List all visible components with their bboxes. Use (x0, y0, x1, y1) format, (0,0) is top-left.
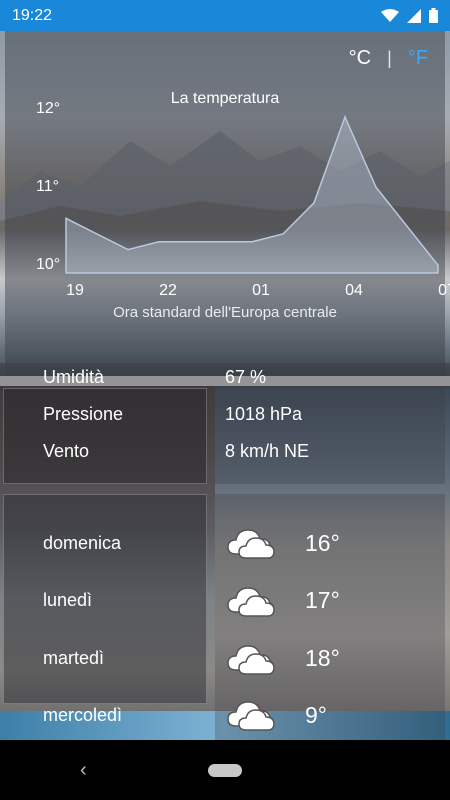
cloud-icon (227, 701, 275, 731)
details-values-panel (215, 388, 445, 484)
weather-content[interactable]: °C | °F La temperatura 12° 11° 10° 19 22 01 0… (0, 31, 450, 740)
forecast-temp: 9° (305, 702, 327, 728)
status-bar: 19:22 (0, 0, 450, 31)
x-tick-label: 22 (159, 282, 177, 299)
back-button[interactable]: ‹ (80, 759, 87, 782)
forecast-days-panel (3, 494, 207, 704)
humidity-label: Umidità (43, 367, 105, 387)
x-tick-label: 07 (438, 282, 450, 299)
temperature-series-area (65, 114, 439, 274)
y-tick-label: 12° (36, 101, 60, 117)
temperature-point (96, 233, 98, 235)
unit-separator: | (387, 48, 392, 68)
temperature-point (189, 241, 191, 243)
wind-label: Vento (43, 441, 90, 461)
forecast-temp: 18° (305, 645, 340, 671)
temperature-point (65, 217, 67, 220)
fahrenheit-toggle[interactable]: °F (408, 47, 428, 70)
forecast-day: martedì (43, 648, 105, 668)
y-tick-label: 11° (36, 178, 59, 195)
signal-icon (407, 8, 421, 23)
forecast-day: mercoledì (43, 705, 123, 725)
wifi-icon (381, 8, 399, 22)
wind-value: 8 km/h NE (225, 441, 310, 461)
celsius-toggle[interactable]: °C (349, 47, 371, 70)
temperature-point (375, 186, 377, 188)
cloud-icon (227, 645, 275, 675)
temperature-point (282, 233, 284, 235)
temperature-point (437, 264, 439, 266)
battery-icon (429, 8, 438, 23)
temperature-point (127, 248, 129, 251)
cloud-icon (227, 529, 275, 559)
x-tick-label: 01 (252, 282, 270, 299)
pressure-value: 1018 hPa (225, 404, 303, 424)
humidity-value: 67 % (225, 367, 267, 387)
temperature-point (220, 241, 222, 243)
temperature-point (251, 241, 253, 243)
temperature-point (344, 116, 346, 118)
temperature-point (313, 202, 315, 204)
temperature-point (158, 241, 160, 243)
forecast-day: domenica (43, 533, 122, 553)
home-button[interactable] (208, 764, 242, 777)
forecast-temp: 17° (305, 587, 340, 613)
x-tick-label: 19 (66, 282, 84, 299)
navigation-bar: ‹ (0, 740, 450, 800)
forecast-day: lunedì (43, 590, 93, 610)
status-time: 19:22 (12, 6, 53, 24)
x-tick-label: 04 (345, 282, 363, 299)
forecast-temp: 16° (305, 530, 340, 556)
cloud-icon (227, 587, 275, 617)
temperature-point (406, 225, 408, 227)
unit-toggle: °C | °F (349, 47, 428, 70)
chart-x-axis-label: Ora standard dell'Europa centrale (113, 304, 337, 321)
details-labels-panel (3, 388, 207, 484)
pressure-label: Pressione (43, 404, 124, 424)
y-tick-label: 10° (36, 256, 60, 273)
status-icons (381, 8, 438, 23)
